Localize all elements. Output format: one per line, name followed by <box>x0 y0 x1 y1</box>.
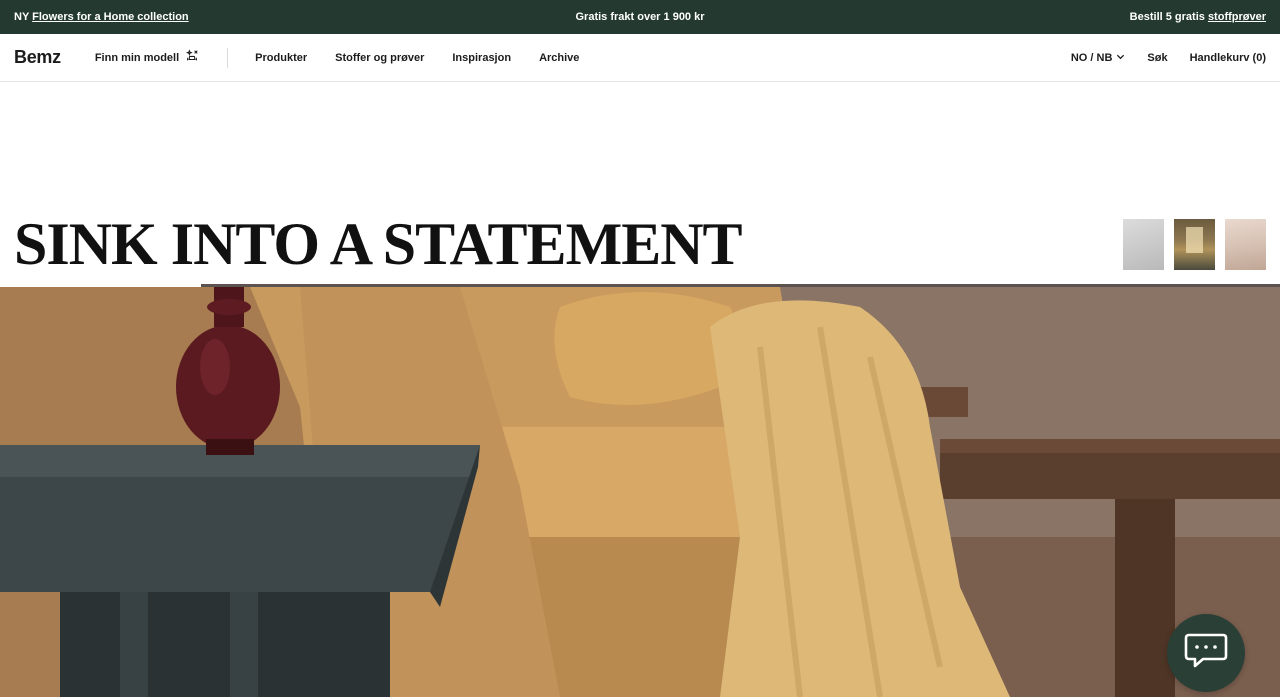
nav-right: NO / NB Søk Handlekurv (0) <box>1071 52 1266 64</box>
announcement-new: NY Flowers for a Home collection <box>14 11 189 23</box>
hero-thumbnail-3[interactable] <box>1225 219 1266 270</box>
announcement-center: Gratis frakt over 1 900 kr <box>0 11 1280 23</box>
hero-thumbnail-2[interactable] <box>1174 219 1215 270</box>
main-nav: Bemz Finn min modell Produkter Stoffer o… <box>0 34 1280 82</box>
free-shipping-text: Gratis frakt over 1 900 kr <box>575 11 705 23</box>
chat-bubble-icon <box>1183 631 1229 676</box>
flowers-collection-link[interactable]: Flowers for a Home collection <box>32 11 188 23</box>
hero-title: SINK INTO A STATEMENT <box>14 211 743 277</box>
find-my-model-label: Finn min modell <box>94 51 180 64</box>
cart-link[interactable]: Handlekurv (0) <box>1190 52 1266 64</box>
nav-divider <box>227 47 229 68</box>
hero-thumbnail-1[interactable] <box>1123 219 1164 270</box>
announcement-samples: Bestill 5 gratis stoffprøver <box>1130 11 1266 23</box>
announcement-bar: NY Flowers for a Home collection Gratis … <box>0 0 1280 34</box>
hero-thumbnails <box>1123 219 1266 270</box>
find-my-model-button[interactable]: Finn min modell <box>95 49 199 66</box>
samples-prefix: Bestill 5 gratis <box>1129 11 1205 23</box>
nav-link-stoffer[interactable]: Stoffer og prøver <box>335 52 424 64</box>
search-link[interactable]: Søk <box>1147 52 1167 64</box>
nav-link-archive[interactable]: Archive <box>539 52 579 64</box>
locale-selector[interactable]: NO / NB <box>1071 52 1126 64</box>
announcement-new-prefix: NY <box>14 11 30 23</box>
fabric-samples-link[interactable]: stoffprøver <box>1208 11 1266 23</box>
nav-link-produkter[interactable]: Produkter <box>255 52 307 64</box>
chat-button[interactable] <box>1167 614 1245 692</box>
hero-image <box>0 287 1280 697</box>
locale-label: NO / NB <box>1070 51 1113 64</box>
chevron-down-icon <box>1116 52 1125 64</box>
nav-link-inspirasjon[interactable]: Inspirasjon <box>452 52 511 64</box>
logo[interactable]: Bemz <box>14 47 61 68</box>
sparkle-sofa-icon <box>185 49 199 66</box>
